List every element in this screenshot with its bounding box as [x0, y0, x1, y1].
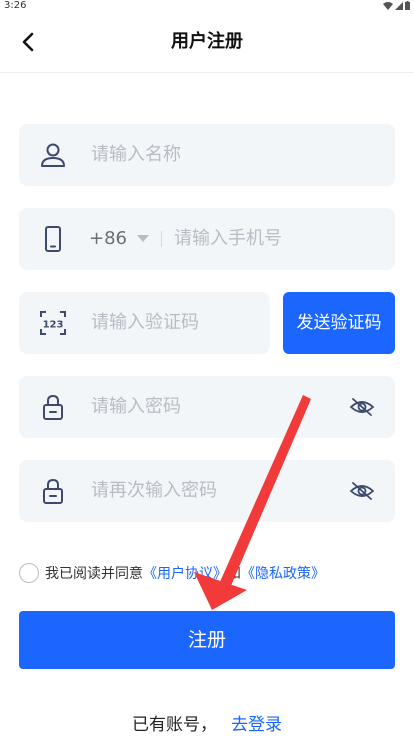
code-123-icon: 123 — [40, 311, 66, 335]
user-icon — [41, 143, 65, 167]
password-field[interactable]: 请输入密码 — [19, 376, 395, 438]
dropdown-icon[interactable] — [137, 235, 149, 242]
register-button[interactable]: 注册 — [19, 611, 395, 669]
battery-icon — [405, 1, 410, 10]
password-input[interactable]: 请输入密码 — [91, 376, 181, 438]
country-code[interactable]: +86 — [89, 208, 127, 270]
login-row: 已有账号， 去登录 — [0, 710, 414, 735]
have-account-text: 已有账号， — [132, 715, 217, 735]
confirm-password-field[interactable]: 请再次输入密码 — [19, 460, 395, 522]
wifi-icon — [383, 1, 393, 10]
status-time: 3:26 — [4, 0, 27, 11]
status-icons — [383, 1, 410, 10]
field-divider — [161, 231, 162, 247]
phone-input[interactable]: 请输入手机号 — [174, 208, 282, 270]
agreement-prefix: 我已阅读并同意 — [45, 566, 143, 582]
lock-icon — [43, 478, 63, 504]
code-input[interactable]: 请输入验证码 — [91, 292, 199, 354]
name-field[interactable]: 请输入名称 — [19, 124, 395, 186]
phone-field[interactable]: +86 请输入手机号 — [19, 208, 395, 270]
user-agreement-link[interactable]: 《用户协议》 — [143, 566, 227, 582]
phone-icon — [45, 226, 61, 252]
eye-off-icon[interactable] — [349, 397, 375, 417]
agreement-row: 我已阅读并同意《用户协议》和《隐私政策》 — [19, 561, 325, 585]
agreement-and: 和 — [227, 566, 241, 582]
signal-icon — [395, 1, 403, 10]
agreement-text: 我已阅读并同意《用户协议》和《隐私政策》 — [45, 563, 325, 583]
header: 用户注册 — [0, 12, 414, 73]
lock-icon — [43, 394, 63, 420]
svg-text:123: 123 — [43, 320, 64, 331]
eye-off-icon[interactable] — [349, 481, 375, 501]
name-input[interactable]: 请输入名称 — [91, 124, 181, 186]
login-link[interactable]: 去登录 — [231, 715, 282, 735]
confirm-password-input[interactable]: 请再次输入密码 — [91, 460, 217, 522]
send-code-button[interactable]: 发送验证码 — [283, 292, 395, 354]
code-field[interactable]: 123 请输入验证码 — [19, 292, 270, 354]
privacy-policy-link[interactable]: 《隐私政策》 — [241, 566, 325, 582]
page-title: 用户注册 — [171, 31, 243, 52]
status-bar: 3:26 — [0, 0, 414, 12]
agreement-checkbox[interactable] — [19, 563, 39, 583]
